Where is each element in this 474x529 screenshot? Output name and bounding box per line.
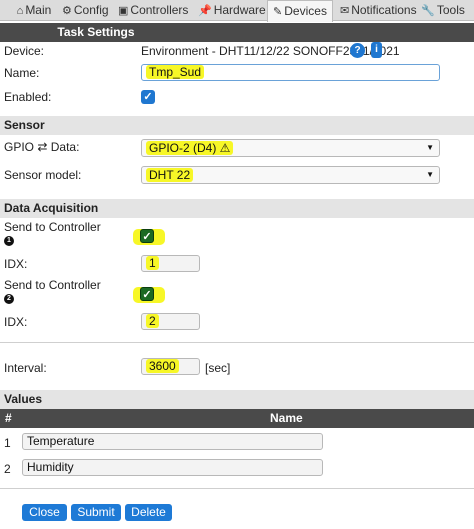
enabled-label: Enabled: [4,90,52,104]
interval-value: 3600 [146,359,179,373]
interval-unit: [sec] [205,361,231,375]
value-row-2-name-input[interactable]: Humidity [22,459,323,476]
badge-2-icon: 2 [4,294,14,304]
nav-tabs: ⌂ Main ⚙ Config ▣ Controllers 📌 Hardware ✎ De… [0,0,474,22]
enabled-checkbox[interactable]: ✓ [141,90,155,104]
submit-button[interactable]: Submit [71,504,121,521]
value-row-1-name-input[interactable]: Temperature [22,433,323,450]
send-to-controller-2-label: Send to Controller [4,278,101,292]
sensor-model-select[interactable]: DHT 22 ▼ [141,166,440,184]
device-label: Device: [4,44,45,58]
idx-2-value: 2 [146,314,159,328]
sensor-model-value: DHT 22 [146,168,194,182]
send-to-controller-2-checkbox[interactable]: ✓ [140,287,154,301]
divider [0,342,474,343]
value-row-2-num: 2 [4,462,11,476]
col-name: Name [270,411,303,425]
divider [0,488,474,489]
gpio-label: GPIO ⇄ Data: [4,140,80,154]
envelope-icon: ✉ [340,5,350,17]
close-button[interactable]: Close [22,504,67,521]
name-input[interactable]: Tmp_Sud [141,64,440,81]
idx-1-value: 1 [146,256,159,270]
col-hash: # [5,411,12,425]
values-table-header: # Name [0,409,474,428]
pin-icon: 📌 [198,5,212,17]
tab-notifications[interactable]: ✉ Notifications [340,0,417,21]
send-to-controller-1-checkbox[interactable]: ✓ [140,229,154,243]
tab-hardware-label: Hardware [213,3,266,17]
sensor-model-label: Sensor model: [4,168,82,182]
tab-config-label: Config [73,3,109,17]
idx-1-input[interactable]: 1 [141,255,200,272]
task-settings-header-fill [192,23,474,42]
name-label: Name: [4,66,40,80]
tab-config[interactable]: ⚙ Config [62,0,109,21]
info-icon[interactable]: i [371,42,382,58]
delete-button[interactable]: Delete [125,504,172,521]
idx-1-label: IDX: [4,257,28,271]
pencil-icon: ✎ [273,6,283,18]
data-acquisition-header: Data Acquisition [0,199,474,218]
tab-tools-label: Tools [436,3,465,17]
values-header: Values [0,390,474,409]
tab-controllers[interactable]: ▣ Controllers [118,0,189,21]
tab-tools[interactable]: 🔧 Tools [420,0,466,21]
interval-input[interactable]: 3600 [141,358,200,375]
value-row-1-num: 1 [4,436,11,450]
badge-1-icon: 1 [4,236,14,246]
tab-devices[interactable]: ✎ Devices [267,0,333,22]
gpio-value: GPIO-2 (D4) ⚠ [146,141,234,155]
idx-2-label: IDX: [4,315,28,329]
send-to-controller-1-label: Send to Controller [4,220,101,234]
interval-label: Interval: [4,361,47,375]
idx-2-input[interactable]: 2 [141,313,200,330]
tab-devices-label: Devices [284,4,327,18]
tab-hardware[interactable]: 📌 Hardware [198,0,266,21]
gear-icon: ⚙ [62,5,72,17]
tab-notifications-label: Notifications [351,3,417,17]
tab-main-label: Main [25,3,52,17]
tab-controllers-label: Controllers [130,3,189,17]
home-icon: ⌂ [16,5,24,17]
task-settings-header: Task Settings [0,23,192,42]
name-value: Tmp_Sud [146,65,205,79]
wrench-icon: 🔧 [421,5,435,17]
help-icon[interactable]: ? [350,43,365,58]
dropdown-arrow-icon: ▼ [426,170,434,179]
controller-icon: ▣ [118,5,129,17]
dropdown-arrow-icon: ▼ [426,143,434,152]
tab-main[interactable]: ⌂ Main [14,0,54,21]
gpio-select[interactable]: GPIO-2 (D4) ⚠ ▼ [141,139,440,157]
sensor-header: Sensor [0,116,474,135]
